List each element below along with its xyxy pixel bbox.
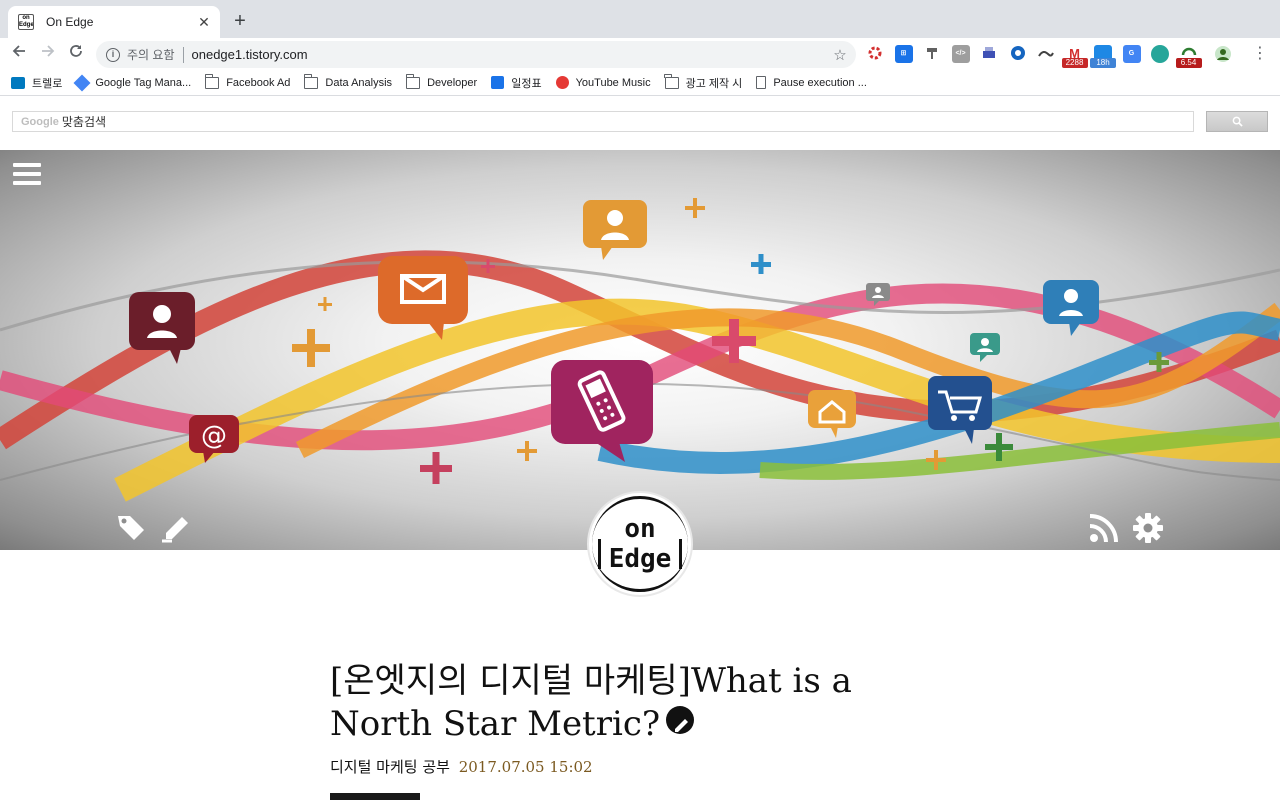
site-favicon-icon: on Edge xyxy=(18,14,34,30)
profile-avatar-icon[interactable] xyxy=(1214,45,1232,63)
folder-icon xyxy=(204,73,220,89)
bookmark-label: Developer xyxy=(427,76,478,89)
page-icon xyxy=(756,76,767,89)
search-input[interactable]: Google 맞춤검색 xyxy=(12,111,1194,132)
bookmark-label: Pause execution ... xyxy=(773,76,867,89)
extension-circle-icon[interactable] xyxy=(1151,45,1169,63)
bookmark-item[interactable]: Pause execution ... xyxy=(756,76,867,89)
bookmark-folder[interactable]: Developer xyxy=(405,73,478,89)
blog-logo-line1: on xyxy=(624,514,656,544)
bookmark-label: 광고 제작 시 xyxy=(685,77,743,90)
extension-eye-icon[interactable] xyxy=(1009,45,1027,63)
bookmarks-bar: 트렐로 Google Tag Mana... Facebook Ad Data … xyxy=(0,70,1280,96)
extension-gmail-icon[interactable]: M 2288 xyxy=(1061,45,1088,68)
plus-decorations xyxy=(292,198,1169,484)
folder-icon xyxy=(303,73,319,89)
info-icon[interactable]: i xyxy=(106,47,120,62)
search-input-label: 맞춤검색 xyxy=(61,115,107,129)
new-tab-icon[interactable]: + xyxy=(230,11,250,31)
bookmark-folder[interactable]: Facebook Ad xyxy=(204,73,291,89)
bookmark-item[interactable]: 트렐로 xyxy=(11,75,62,91)
address-bar[interactable]: i 주의 요함 onedge1.tistory.com ☆ xyxy=(96,41,856,68)
youtube-music-icon xyxy=(555,76,569,89)
close-tab-icon[interactable]: ✕ xyxy=(196,14,212,30)
bookmark-label: 일정표 xyxy=(511,77,542,90)
tags-icon[interactable] xyxy=(116,512,148,542)
bookmark-label: 트렐로 xyxy=(32,77,63,90)
settings-gear-icon[interactable] xyxy=(1132,512,1164,544)
browser-menu-icon[interactable]: ⋮ xyxy=(1252,44,1268,64)
bookmark-item[interactable]: Google Tag Mana... xyxy=(73,74,192,91)
content-divider-bar xyxy=(330,793,420,800)
extension-printer-icon[interactable] xyxy=(980,45,998,63)
post-title: [온엣지의 디지털 마케팅]What is a North Star Metri… xyxy=(330,660,950,746)
post-header: [온엣지의 디지털 마케팅]What is a North Star Metri… xyxy=(330,660,950,800)
browser-tab[interactable]: on Edge On Edge ✕ xyxy=(8,6,220,38)
search-icon xyxy=(1232,116,1243,127)
extension-gear-icon[interactable] xyxy=(866,45,884,63)
trello-icon xyxy=(11,76,25,89)
extension-calendar-icon[interactable]: 18h xyxy=(1090,45,1116,68)
divider xyxy=(182,46,184,63)
custom-search-bar: Google 맞춤검색 xyxy=(0,97,1280,150)
write-post-icon[interactable] xyxy=(160,511,192,543)
folder-icon xyxy=(405,73,421,89)
post-meta: 디지털 마케팅 공부 2017.07.05 15:02 xyxy=(330,756,950,777)
calendar-icon xyxy=(491,76,505,89)
extension-tag-icon[interactable]: ⊞ xyxy=(894,45,913,63)
url-text[interactable]: onedge1.tistory.com xyxy=(192,47,831,62)
bookmark-folder[interactable]: 광고 제작 시 xyxy=(664,73,743,91)
post-category[interactable]: 디지털 마케팅 공부 xyxy=(330,758,450,776)
browser-toolbar: i 주의 요함 onedge1.tistory.com ☆ ⊞ </> M 228… xyxy=(0,38,1280,70)
blog-logo-line2: Edge xyxy=(608,544,672,574)
extension-translate-icon[interactable]: G xyxy=(1122,45,1141,63)
tag-manager-icon xyxy=(73,74,91,91)
edit-pencil-icon[interactable] xyxy=(666,706,695,734)
extension-meter-icon[interactable]: 6.54 xyxy=(1175,45,1202,68)
extension-wave-icon[interactable] xyxy=(1037,45,1055,63)
blog-header-banner: @ xyxy=(0,150,1280,550)
rss-icon[interactable] xyxy=(1088,512,1120,544)
bookmark-label: Google Tag Mana... xyxy=(95,76,192,89)
extensions-area: ⊞ </> M 2288 18h G 6.54 xyxy=(866,44,1243,68)
bookmark-label: YouTube Music xyxy=(575,76,651,89)
reload-icon[interactable] xyxy=(65,43,87,65)
security-warning[interactable]: 주의 요함 xyxy=(127,46,175,63)
post-title-text: [온엣지의 디지털 마케팅]What is a North Star Metri… xyxy=(330,661,852,744)
back-icon[interactable] xyxy=(8,43,30,65)
tab-strip: on Edge On Edge ✕ + xyxy=(0,0,1280,38)
bookmark-label: Facebook Ad xyxy=(226,76,291,89)
bookmark-item[interactable]: 일정표 xyxy=(491,75,542,91)
blog-logo-mark: on Edge xyxy=(592,496,688,592)
blog-logo[interactable]: on Edge xyxy=(587,491,693,597)
gmail-badge: 2288 xyxy=(1061,58,1088,68)
extension-pin-icon[interactable] xyxy=(923,45,941,63)
bookmark-label: Data Analysis xyxy=(325,76,393,89)
forward-icon[interactable] xyxy=(37,43,59,65)
extension-code-icon[interactable]: </> xyxy=(951,45,970,63)
google-logo: Google xyxy=(21,115,59,128)
folder-icon xyxy=(664,73,679,89)
calendar-badge: 18h xyxy=(1090,58,1116,68)
meter-badge: 6.54 xyxy=(1175,58,1202,68)
search-button[interactable] xyxy=(1206,111,1268,132)
bookmark-item[interactable]: YouTube Music xyxy=(555,76,651,89)
bookmark-star-icon[interactable]: ☆ xyxy=(830,46,850,64)
tab-title: On Edge xyxy=(46,15,94,29)
bookmark-folder[interactable]: Data Analysis xyxy=(303,73,393,89)
post-date: 2017.07.05 15:02 xyxy=(458,758,593,776)
